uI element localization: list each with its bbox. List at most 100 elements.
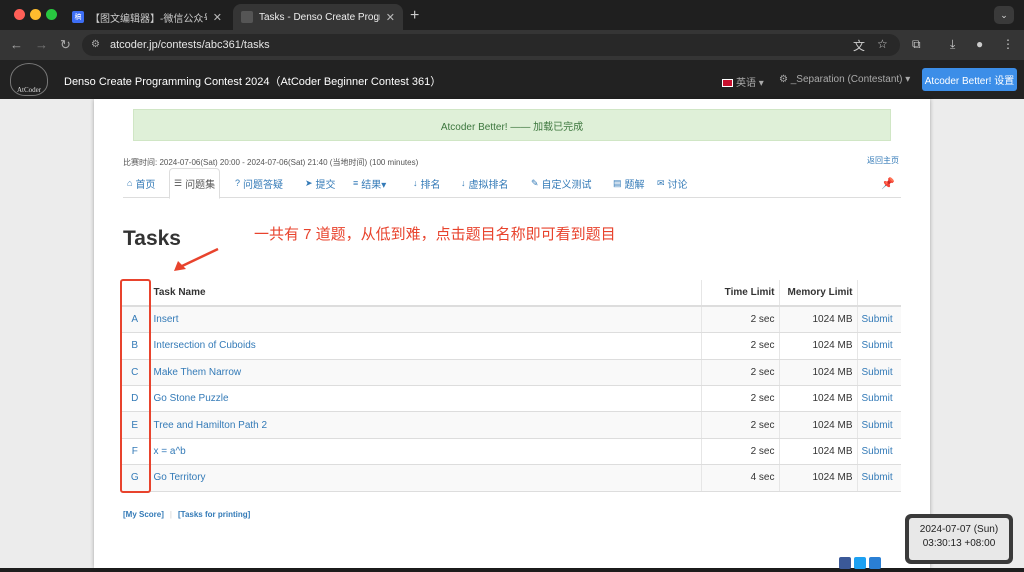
tab-label: 首页 [135,179,156,191]
twitter-icon[interactable] [854,557,866,569]
new-tab-button[interactable]: + [410,7,419,25]
tab-label: 提交 [315,179,336,191]
tab-custom-test[interactable]: ✎ 自定义测试 [527,168,596,198]
wrench-icon: ✎ [531,177,539,188]
virtual-sort-icon: ↓ [461,178,466,188]
tab-virtual-standings[interactable]: ↓ 虚拟排名 [457,168,513,198]
time-limit: 4 sec [701,464,780,492]
tab-clarifications[interactable]: ? 问题答疑 [231,168,287,198]
tab-label: 排名 [420,179,441,191]
bookmark-star-icon[interactable]: ☆ [877,37,888,51]
tab-search-icon[interactable]: ⌄ [994,6,1014,24]
tab-results[interactable]: ≡ 结果▾ [349,168,390,198]
task-name-link[interactable]: Insert [149,306,702,334]
share-buttons [839,557,899,569]
browser-tab-tasks[interactable]: Tasks - Denso Create Program ✕ [233,4,403,30]
site-info-icon[interactable]: ⚙ [91,39,100,50]
user-dropdown[interactable]: ⚙ _Separation (Contestant) ▾ [779,74,910,85]
time-limit: 2 sec [701,385,780,413]
share-icon[interactable] [869,557,881,569]
task-name-link[interactable]: Make Them Narrow [149,359,702,387]
book-icon: ▤ [613,177,622,188]
task-name-link[interactable]: Tree and Hamilton Path 2 [149,411,702,439]
tab-standings[interactable]: ↓ 排名 [409,168,445,198]
memory-limit: 1024 MB [779,306,858,334]
home-icon: ⌂ [127,178,133,188]
back-icon[interactable]: ← [10,37,23,52]
profile-icon[interactable]: ● [976,37,983,51]
table-row: D Go Stone Puzzle 2 sec 1024 MB Submit [121,385,901,413]
time-limit: 2 sec [701,359,780,387]
my-score-link[interactable]: [My Score] [123,510,164,519]
close-window-button[interactable] [14,9,25,20]
table-row: A Insert 2 sec 1024 MB Submit [121,306,901,334]
forward-icon[interactable]: → [35,37,48,52]
gear-icon: ⚙ [779,74,791,85]
tab-discuss[interactable]: ✉ 讨论 [653,168,692,198]
address-bar[interactable]: ⚙ atcoder.jp/contests/abc361/tasks [82,34,900,56]
sort-icon: ↓ [413,178,418,188]
comment-icon: ✉ [657,177,665,188]
tasks-for-printing-link[interactable]: [Tasks for printing] [178,510,250,519]
back-home-link[interactable]: 返回主页 [867,155,899,166]
col-header-time-limit: Time Limit [701,280,780,308]
task-name-link[interactable]: Go Stone Puzzle [149,385,702,413]
extensions-icon[interactable]: ⧉ [912,37,921,52]
load-complete-alert: Atcoder Better! —— 加载已完成 [133,109,891,141]
translate-icon[interactable]: ⽂ [853,37,865,54]
minimize-window-button[interactable] [30,9,41,20]
menu-icon[interactable]: ⋮ [1002,37,1014,51]
download-icon[interactable]: ⤓ [950,37,955,52]
language-dropdown[interactable]: 英语 ▾ [722,74,764,89]
facebook-icon[interactable] [839,557,851,569]
maximize-window-button[interactable] [46,9,57,20]
atcoder-better-settings-button[interactable]: Atcoder Better! 设置 [922,68,1017,91]
table-header-row: Task Name Time Limit Memory Limit [121,280,901,308]
close-tab-icon[interactable]: ✕ [213,11,222,24]
atcoder-logo[interactable]: AtCoder [10,63,48,96]
close-tab-icon[interactable]: ✕ [386,11,395,24]
task-id-highlight-box [120,279,151,493]
memory-limit: 1024 MB [779,411,858,439]
clock-date: 2024-07-07 (Sun) [919,524,999,535]
clock-time: 03:30:13 +08:00 [922,538,996,549]
memory-limit: 1024 MB [779,385,858,413]
tab-label: 题解 [624,179,645,191]
submit-link[interactable]: Submit [857,359,901,387]
tab-submit[interactable]: ➤ 提交 [301,168,340,198]
tab-title: 【图文编辑器】-微信公众号图 [90,13,207,25]
memory-limit: 1024 MB [779,332,858,360]
contest-title[interactable]: Denso Create Programming Contest 2024（At… [64,73,441,89]
time-limit: 2 sec [701,306,780,334]
tab-home[interactable]: ⌂ 首页 [123,168,159,198]
tab-label: 问题答疑 [243,179,284,191]
annotation-arrow-icon [174,247,219,271]
time-limit: 2 sec [701,332,780,360]
url-text: atcoder.jp/contests/abc361/tasks [110,39,270,51]
submit-link[interactable]: Submit [857,438,901,466]
submit-link[interactable]: Submit [857,332,901,360]
col-header-submit [857,280,901,308]
annotation-text: 一共有 7 道题，从低到难，点击题目名称即可看到题目 [254,226,616,243]
atcoder-favicon-icon [241,11,253,23]
site-navbar: AtCoder Denso Create Programming Contest… [0,60,1024,99]
submit-link[interactable]: Submit [857,464,901,492]
submit-link[interactable]: Submit [857,306,901,334]
table-row: B Intersection of Cuboids 2 sec 1024 MB … [121,332,901,360]
memory-limit: 1024 MB [779,359,858,387]
submit-link[interactable]: Submit [857,411,901,439]
uk-flag-icon [722,79,733,87]
pin-icon[interactable]: 📌 [881,177,895,190]
tab-tasks[interactable]: ☰ 问题集 [169,168,221,199]
tasks-table: Task Name Time Limit Memory Limit A Inse… [121,280,901,492]
reload-icon[interactable]: ↻ [60,37,71,53]
footer-links: [My Score] | [Tasks for printing] [123,510,251,519]
browser-tab-editor[interactable]: 稿 【图文编辑器】-微信公众号图 ✕ [64,4,230,30]
browser-tab-strip: 稿 【图文编辑器】-微信公众号图 ✕ Tasks - Denso Create … [0,0,1024,30]
task-name-link[interactable]: Go Territory [149,464,702,492]
browser-toolbar: ← → ↻ ⚙ atcoder.jp/contests/abc361/tasks… [0,30,1024,60]
tab-editorial[interactable]: ▤ 题解 [609,168,649,198]
task-name-link[interactable]: Intersection of Cuboids [149,332,702,360]
task-name-link[interactable]: x = a^b [149,438,702,466]
submit-link[interactable]: Submit [857,385,901,413]
